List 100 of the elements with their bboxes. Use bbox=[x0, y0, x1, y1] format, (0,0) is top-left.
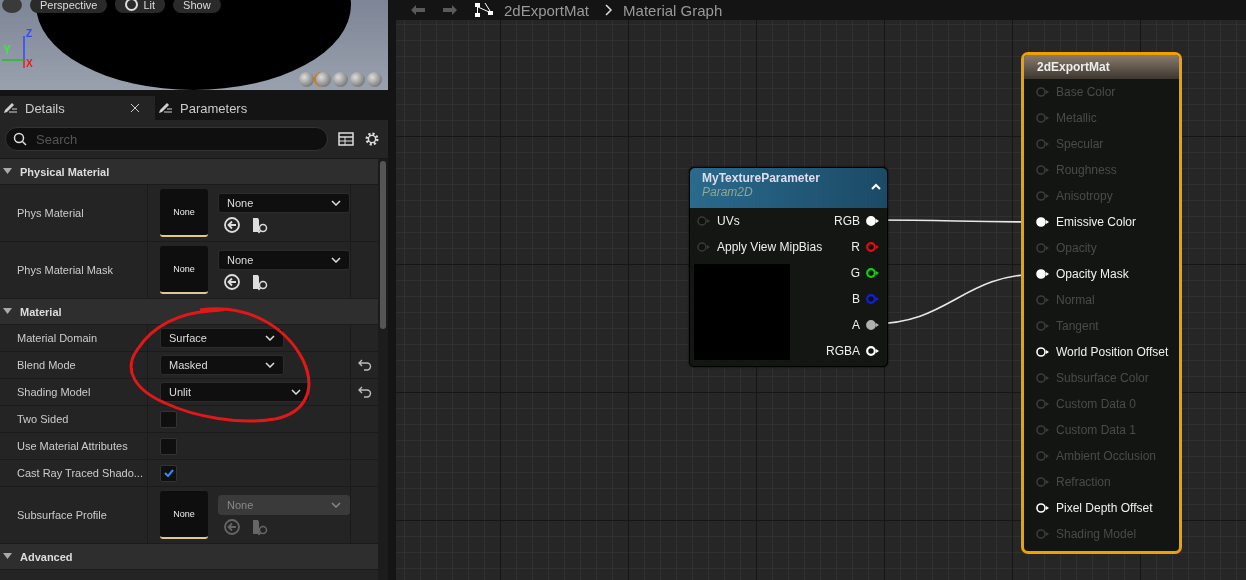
axis-label: X bbox=[26, 58, 33, 69]
section-header[interactable]: Material bbox=[0, 299, 378, 325]
output-pin-icon[interactable] bbox=[866, 320, 880, 330]
pin-label: RGB bbox=[834, 214, 860, 228]
input-pin-icon[interactable] bbox=[1036, 529, 1050, 539]
texture-node[interactable]: MyTextureParameter Param2D UVs Apply View MipBias RGB R G B A RGBA bbox=[689, 167, 888, 367]
pin-label: RGBA bbox=[826, 344, 860, 358]
section-header[interactable]: Physical Material bbox=[0, 159, 378, 185]
pin-label: A bbox=[852, 318, 860, 332]
axis-label: Y bbox=[3, 44, 11, 56]
input-pin-icon[interactable] bbox=[1036, 139, 1050, 149]
input-pin-icon[interactable] bbox=[1036, 347, 1050, 357]
input-pin-icon[interactable] bbox=[1036, 399, 1050, 409]
axis-label: Z bbox=[26, 28, 33, 39]
material-output-node[interactable] bbox=[1021, 52, 1182, 554]
expand-triangle-icon bbox=[3, 553, 12, 560]
breadcrumb-link[interactable]: 2dExportMat bbox=[504, 1, 590, 19]
chevron-down-icon bbox=[331, 256, 341, 263]
pin-label: Apply View MipBias bbox=[717, 240, 823, 254]
property-label: Cast Ray Traced Shado... bbox=[17, 467, 143, 479]
property-label: Shading Model bbox=[17, 386, 91, 398]
chevron-down-icon bbox=[331, 199, 341, 206]
close-icon[interactable] bbox=[131, 104, 139, 112]
reset-icon[interactable] bbox=[357, 386, 372, 398]
input-pin-icon[interactable] bbox=[1036, 451, 1050, 461]
input-pin-icon[interactable] bbox=[1036, 503, 1050, 513]
asset-dropdown[interactable]: None bbox=[218, 192, 350, 213]
panel-tab[interactable]: Parameters bbox=[155, 96, 310, 120]
checkbox[interactable] bbox=[160, 410, 177, 428]
property-dropdown[interactable]: Unlit bbox=[160, 382, 310, 402]
input-pin-icon[interactable] bbox=[697, 242, 711, 252]
input-pin-icon[interactable] bbox=[1036, 87, 1050, 97]
browse-folder-icon[interactable] bbox=[251, 272, 269, 291]
viewport-toolbar-button[interactable]: Perspective bbox=[30, 0, 108, 13]
input-pin-icon[interactable] bbox=[1036, 477, 1050, 487]
scrollbar-thumb[interactable] bbox=[380, 161, 386, 329]
property-label: Phys Material Mask bbox=[17, 264, 113, 276]
search-field[interactable]: Search bbox=[5, 127, 328, 151]
pin-label: B bbox=[852, 292, 860, 306]
property-label: Subsurface Profile bbox=[17, 509, 107, 521]
panel-tab[interactable]: Details bbox=[0, 96, 155, 120]
pin-label: Pixel Depth Offset bbox=[1056, 501, 1153, 515]
chevron-down-icon bbox=[291, 389, 301, 395]
node-title: 2dExportMat bbox=[1024, 55, 1179, 79]
property-label: Phys Material bbox=[17, 207, 84, 219]
circle-icon bbox=[125, 0, 139, 11]
node-subtitle: Param2D bbox=[702, 185, 754, 199]
property-label: Two Sided bbox=[17, 413, 69, 425]
graph-icon bbox=[474, 3, 494, 17]
input-pin-icon[interactable] bbox=[1036, 425, 1050, 435]
input-pin-icon[interactable] bbox=[1036, 269, 1050, 279]
back-arrow-icon[interactable] bbox=[410, 4, 426, 16]
viewport-toolbar-button[interactable]: Lit bbox=[115, 0, 166, 13]
chevron-down-icon bbox=[265, 335, 275, 341]
breadcrumb-text: Material Graph bbox=[623, 1, 723, 19]
checkbox[interactable] bbox=[160, 437, 177, 455]
input-pin-icon[interactable] bbox=[1036, 217, 1050, 227]
property-label: Use Material Attributes bbox=[17, 440, 128, 452]
sphere-icon[interactable] bbox=[316, 72, 331, 87]
property-dropdown[interactable]: Surface bbox=[160, 328, 284, 348]
expand-triangle-icon bbox=[3, 168, 12, 175]
input-pin-icon[interactable] bbox=[1036, 165, 1050, 175]
input-pin-icon[interactable] bbox=[1036, 373, 1050, 383]
chevron-down-icon bbox=[265, 362, 275, 368]
pin-label: Opacity Mask bbox=[1056, 267, 1129, 281]
input-pin-icon[interactable] bbox=[697, 216, 711, 226]
collapse-caret-icon[interactable] bbox=[871, 183, 881, 190]
output-pin-icon[interactable] bbox=[866, 346, 880, 356]
section-header[interactable]: Advanced bbox=[0, 544, 378, 570]
asset-thumbnail[interactable]: None bbox=[160, 246, 208, 294]
property-label: Blend Mode bbox=[17, 359, 76, 371]
forward-arrow-icon[interactable] bbox=[442, 4, 458, 16]
pin-label: G bbox=[850, 266, 860, 280]
pin-label: Emissive Color bbox=[1056, 215, 1136, 229]
table-view-icon[interactable] bbox=[338, 132, 354, 146]
checkbox[interactable] bbox=[160, 464, 177, 482]
browse-folder-icon[interactable] bbox=[251, 215, 269, 234]
expand-triangle-icon bbox=[3, 308, 12, 315]
pin-label: R bbox=[851, 240, 860, 254]
input-pin-icon[interactable] bbox=[1036, 243, 1050, 253]
pencil-icon bbox=[2, 101, 18, 115]
property-label: Material Domain bbox=[17, 332, 98, 344]
output-pin-icon[interactable] bbox=[866, 216, 880, 226]
settings-icon[interactable] bbox=[364, 131, 380, 147]
input-pin-icon[interactable] bbox=[1036, 191, 1050, 201]
reset-icon[interactable] bbox=[357, 359, 372, 371]
pencil-icon bbox=[157, 101, 173, 115]
menu-icon[interactable] bbox=[2, 0, 22, 13]
input-pin-icon[interactable] bbox=[1036, 321, 1050, 331]
asset-dropdown[interactable]: None bbox=[218, 249, 350, 270]
checkmark-icon bbox=[163, 469, 174, 477]
asset-thumbnail[interactable]: None bbox=[160, 189, 208, 237]
property-dropdown[interactable]: Masked bbox=[160, 355, 284, 375]
chevron-icon bbox=[605, 4, 614, 16]
output-pin-icon[interactable] bbox=[866, 268, 880, 278]
viewport-toolbar-button[interactable]: Show bbox=[173, 0, 221, 13]
input-pin-icon[interactable] bbox=[1036, 113, 1050, 123]
input-pin-icon[interactable] bbox=[1036, 295, 1050, 305]
pin-label: World Position Offset bbox=[1056, 345, 1169, 359]
chevron-down-icon bbox=[331, 501, 341, 508]
